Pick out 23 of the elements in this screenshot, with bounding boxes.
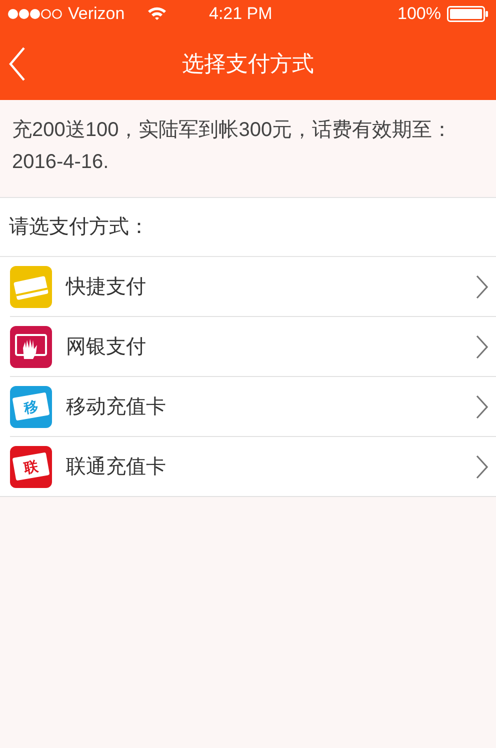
section-label: 请选支付方式： [0, 198, 496, 257]
payment-method-label: 移动充值卡 [66, 395, 166, 420]
payment-method-label: 网银支付 [66, 335, 146, 360]
payment-method-label: 快捷支付 [66, 275, 146, 300]
card-icon-label: 联 [22, 458, 40, 475]
chevron-right-icon [476, 395, 488, 419]
payment-method-row[interactable]: 移 移动充值卡 [0, 377, 496, 437]
back-icon [9, 47, 25, 81]
page-title: 选择支付方式 [182, 50, 314, 78]
payment-method-row[interactable]: 网银支付 [0, 317, 496, 377]
payment-method-row[interactable]: 联 联通充值卡 [0, 437, 496, 497]
battery-percent: 100% [398, 2, 441, 25]
carrier-name: Verizon [68, 2, 125, 25]
battery-icon [447, 6, 489, 22]
chevron-right-icon [476, 455, 488, 479]
status-time: 4:21 PM [209, 2, 272, 25]
chevron-right-icon [476, 335, 488, 359]
payment-method-row[interactable]: 快捷支付 [0, 257, 496, 317]
wifi-icon [146, 6, 167, 21]
signal-icon [7, 8, 63, 20]
chevron-right-icon [476, 275, 488, 299]
card-icon-label: 移 [22, 398, 40, 415]
payment-method-label: 联通充值卡 [66, 455, 166, 480]
